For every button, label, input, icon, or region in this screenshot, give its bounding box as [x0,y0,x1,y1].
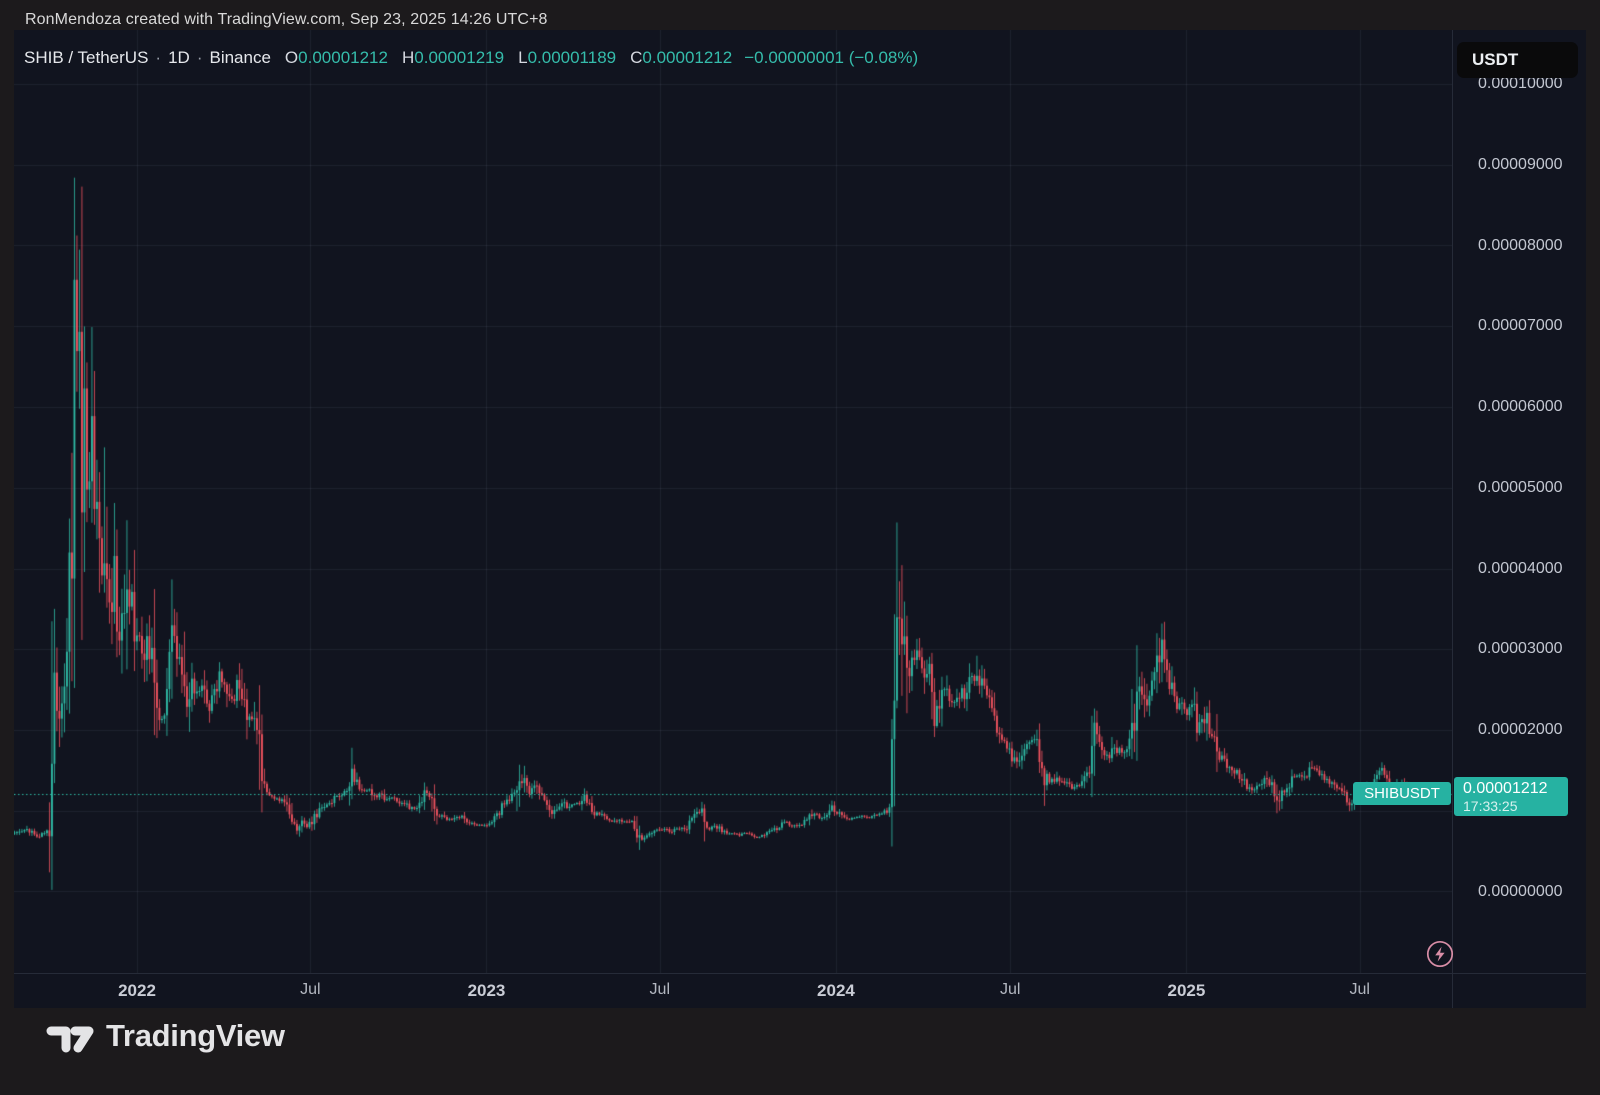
candlestick-canvas[interactable] [14,30,1452,973]
page: { "attribution": "RonMendoza created wit… [0,0,1600,1095]
price-axis-label: 0.00008000 [1478,237,1563,255]
time-axis[interactable]: 2022 Jul 2023 Jul 2024 Jul 2025 Jul [14,974,1586,1008]
time-axis-label: 2022 [118,981,156,1001]
price-axis-label: 0.00007000 [1478,317,1563,335]
price-axis-label: 0.00004000 [1478,560,1563,578]
time-axis-label: 2023 [468,981,506,1001]
countdown-timer: 17:33:25 [1463,798,1568,814]
symbol-price-tag: SHIBUSDT [1353,782,1451,805]
ohlc-high: H0.00001219 [402,48,504,67]
change-label: −0.00000001 (−0.08%) [744,48,918,67]
last-price-value: 0.00001212 [1463,779,1568,798]
tradingview-logo-text: TradingView [106,1018,285,1054]
ohlc-low: L0.00001189 [518,48,616,67]
price-axis-label: 0.00009000 [1478,156,1563,174]
ohlc-open: O0.00001212 [285,48,388,67]
lightning-button[interactable] [1424,938,1456,970]
tradingview-logo[interactable]: TradingView [46,1014,285,1058]
exchange-label[interactable]: Binance [209,48,270,67]
currency-button[interactable]: USDT [1457,42,1578,78]
price-axis-label: 0.00003000 [1478,640,1563,658]
attribution-bar: RonMendoza created with TradingView.com,… [25,11,548,29]
interval-label[interactable]: 1D [168,48,190,67]
legend-separator: · [197,48,203,67]
time-axis-label: 2024 [817,981,855,1001]
chart-widget: SHIB / TetherUS · 1D · Binance O0.00001212 H0.… [14,30,1586,1008]
tradingview-logo-icon [46,1019,94,1053]
price-axis-label: 0.00006000 [1478,398,1563,416]
time-axis-label: Jul [1000,981,1020,999]
time-axis-label: Jul [1349,981,1369,999]
price-axis-label: 0.00002000 [1478,721,1563,739]
symbol-title[interactable]: SHIB / TetherUS [24,48,148,67]
time-axis-label: 2025 [1167,981,1205,1001]
lightning-icon [1424,938,1456,970]
legend-separator: · [155,48,161,67]
price-axis-label: 0.00000000 [1478,883,1563,901]
ohlc-close: C0.00001212 [630,48,732,67]
last-price-tag: 0.00001212 17:33:25 [1454,777,1568,816]
price-axis[interactable]: 0.000100000.000090000.000080000.00007000… [1453,30,1586,1008]
price-axis-label: 0.00005000 [1478,479,1563,497]
symbol-legend: SHIB / TetherUS · 1D · Binance O0.00001212 H0.… [24,48,918,68]
time-axis-label: Jul [650,981,670,999]
time-axis-label: Jul [300,981,320,999]
